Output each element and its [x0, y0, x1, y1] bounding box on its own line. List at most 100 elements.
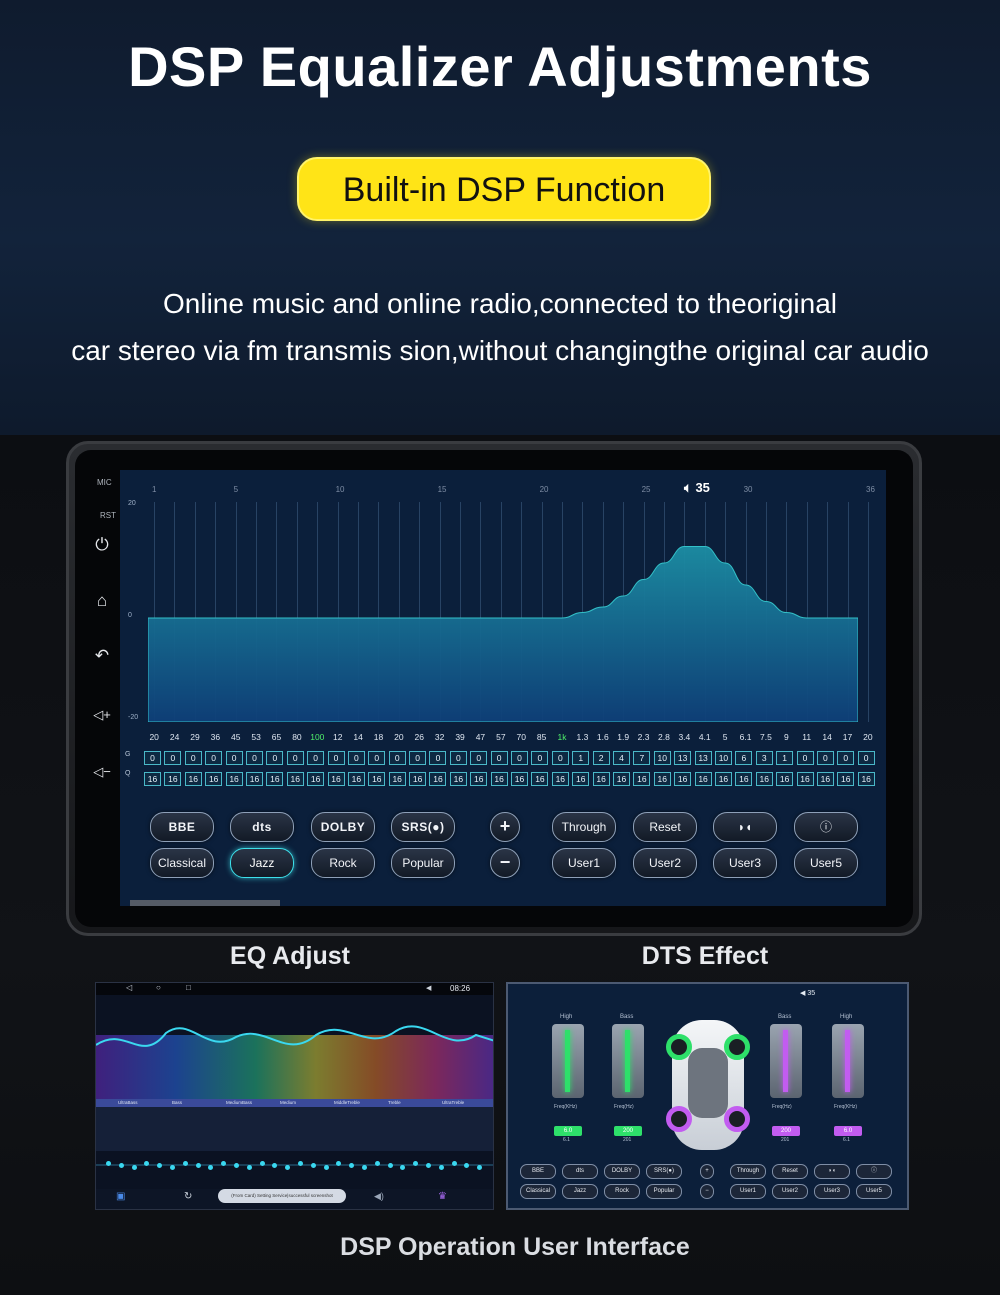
slider-knob[interactable]: [106, 1161, 111, 1166]
q-cell[interactable]: 16: [857, 772, 875, 786]
q-cell[interactable]: 16: [470, 772, 488, 786]
gain-cell[interactable]: 0: [388, 751, 406, 765]
gain-cell[interactable]: 1: [776, 751, 794, 765]
slider-value[interactable]: 6.0: [554, 1126, 582, 1136]
gain-cell[interactable]: 13: [674, 751, 692, 765]
mini-effect-button[interactable]: SRS(●): [646, 1164, 682, 1179]
q-cell[interactable]: 16: [286, 772, 304, 786]
gain-cell[interactable]: 0: [449, 751, 467, 765]
gain-cell[interactable]: 6: [735, 751, 753, 765]
recents-icon[interactable]: □: [186, 983, 191, 992]
q-cell[interactable]: 16: [755, 772, 773, 786]
gain-cell[interactable]: 0: [164, 751, 182, 765]
q-cell[interactable]: 16: [205, 772, 223, 786]
gain-cell[interactable]: 0: [429, 751, 447, 765]
gain-cell[interactable]: 0: [857, 751, 875, 765]
gain-cell[interactable]: 0: [266, 751, 284, 765]
slider-value[interactable]: 200: [772, 1126, 800, 1136]
gain-cell[interactable]: 7: [633, 751, 651, 765]
mini-preset-button[interactable]: Rock: [604, 1184, 640, 1199]
user5-button[interactable]: User5: [794, 848, 858, 878]
gain-cell[interactable]: 3: [755, 751, 773, 765]
home-icon[interactable]: ○: [156, 983, 161, 992]
q-cell[interactable]: 16: [327, 772, 345, 786]
gain-cell[interactable]: 0: [245, 751, 263, 765]
q-cell[interactable]: 16: [837, 772, 855, 786]
plus-button[interactable]: +: [490, 812, 520, 842]
mini-preset-button[interactable]: −: [700, 1184, 714, 1199]
mini-effect-button[interactable]: dts: [562, 1164, 598, 1179]
gain-cell[interactable]: 0: [470, 751, 488, 765]
back-icon[interactable]: ◁: [126, 983, 132, 992]
q-cell[interactable]: 16: [551, 772, 569, 786]
dolby-button[interactable]: DOLBY: [311, 812, 375, 842]
speaker-front-left[interactable]: [666, 1034, 692, 1060]
home-icon[interactable]: ⌂: [89, 590, 115, 612]
q-cell[interactable]: 16: [816, 772, 834, 786]
gain-cell[interactable]: 0: [511, 751, 529, 765]
gain-cell[interactable]: 0: [409, 751, 427, 765]
mini-effect-button[interactable]: Reset: [772, 1164, 808, 1179]
q-cell[interactable]: 16: [674, 772, 692, 786]
q-cell[interactable]: 16: [245, 772, 263, 786]
q-cell[interactable]: 16: [776, 772, 794, 786]
classical-button[interactable]: Classical: [150, 848, 214, 878]
q-cell[interactable]: 16: [653, 772, 671, 786]
gain-cell[interactable]: 2: [592, 751, 610, 765]
q-cell[interactable]: 16: [164, 772, 182, 786]
gain-cell[interactable]: 0: [796, 751, 814, 765]
gain-cell[interactable]: 0: [551, 751, 569, 765]
q-cell[interactable]: 16: [531, 772, 549, 786]
mini-preset-button[interactable]: User1: [730, 1184, 766, 1199]
mini-effect-button[interactable]: ◗◖: [814, 1164, 850, 1179]
slider-track[interactable]: [770, 1024, 802, 1098]
bbe-button[interactable]: BBE: [150, 812, 214, 842]
speaker-front-right[interactable]: [724, 1034, 750, 1060]
slider-track[interactable]: [552, 1024, 584, 1098]
q-cell[interactable]: 16: [714, 772, 732, 786]
eq-graph[interactable]: [148, 502, 869, 722]
slider-knob[interactable]: [259, 1161, 265, 1166]
gain-cell[interactable]: 0: [184, 751, 202, 765]
jazz-button[interactable]: Jazz: [230, 848, 294, 878]
gain-cell[interactable]: 1: [572, 751, 590, 765]
mini-effect-button[interactable]: ⓘ: [856, 1164, 892, 1179]
mini-preset-button[interactable]: User2: [772, 1184, 808, 1199]
mini-effect-button[interactable]: BBE: [520, 1164, 556, 1179]
slider-knob[interactable]: [426, 1163, 431, 1168]
gain-cell[interactable]: 10: [653, 751, 671, 765]
mini-preset-button[interactable]: User3: [814, 1184, 850, 1199]
volume-up-icon[interactable]: ◁+: [89, 704, 115, 726]
q-cell[interactable]: 16: [511, 772, 529, 786]
mini-effect-button[interactable]: +: [700, 1164, 714, 1179]
q-cell[interactable]: 16: [633, 772, 651, 786]
user2-button[interactable]: User2: [633, 848, 697, 878]
reset-button[interactable]: Reset: [633, 812, 697, 842]
minus-button[interactable]: −: [490, 848, 520, 878]
back-icon[interactable]: ↶: [89, 645, 115, 667]
slider-knob[interactable]: [310, 1163, 316, 1168]
gain-cell[interactable]: 0: [286, 751, 304, 765]
slider-track[interactable]: [832, 1024, 864, 1098]
speaker-icon[interactable]: ◀︎): [374, 1191, 384, 1202]
slider-knob[interactable]: [387, 1163, 393, 1168]
slider-knob[interactable]: [451, 1161, 457, 1166]
q-cell[interactable]: 16: [735, 772, 753, 786]
q-cell[interactable]: 16: [796, 772, 814, 786]
q-cell[interactable]: 16: [409, 772, 427, 786]
mini-effect-button[interactable]: Through: [730, 1164, 766, 1179]
gain-cell[interactable]: 0: [144, 751, 161, 765]
gain-cell[interactable]: 10: [714, 751, 732, 765]
slider-knob[interactable]: [182, 1161, 188, 1166]
slider-knob[interactable]: [195, 1163, 201, 1168]
slider-track[interactable]: [612, 1024, 644, 1098]
q-cell[interactable]: 16: [347, 772, 365, 786]
speaker-rear-left[interactable]: [666, 1106, 692, 1132]
gain-cell[interactable]: 0: [490, 751, 508, 765]
slider-knob[interactable]: [118, 1163, 124, 1168]
screen-scrollbar[interactable]: [130, 900, 280, 906]
q-cell[interactable]: 16: [449, 772, 467, 786]
rock-button[interactable]: Rock: [311, 848, 375, 878]
slider-knob[interactable]: [131, 1165, 137, 1170]
save-icon[interactable]: ▣: [116, 1191, 125, 1202]
